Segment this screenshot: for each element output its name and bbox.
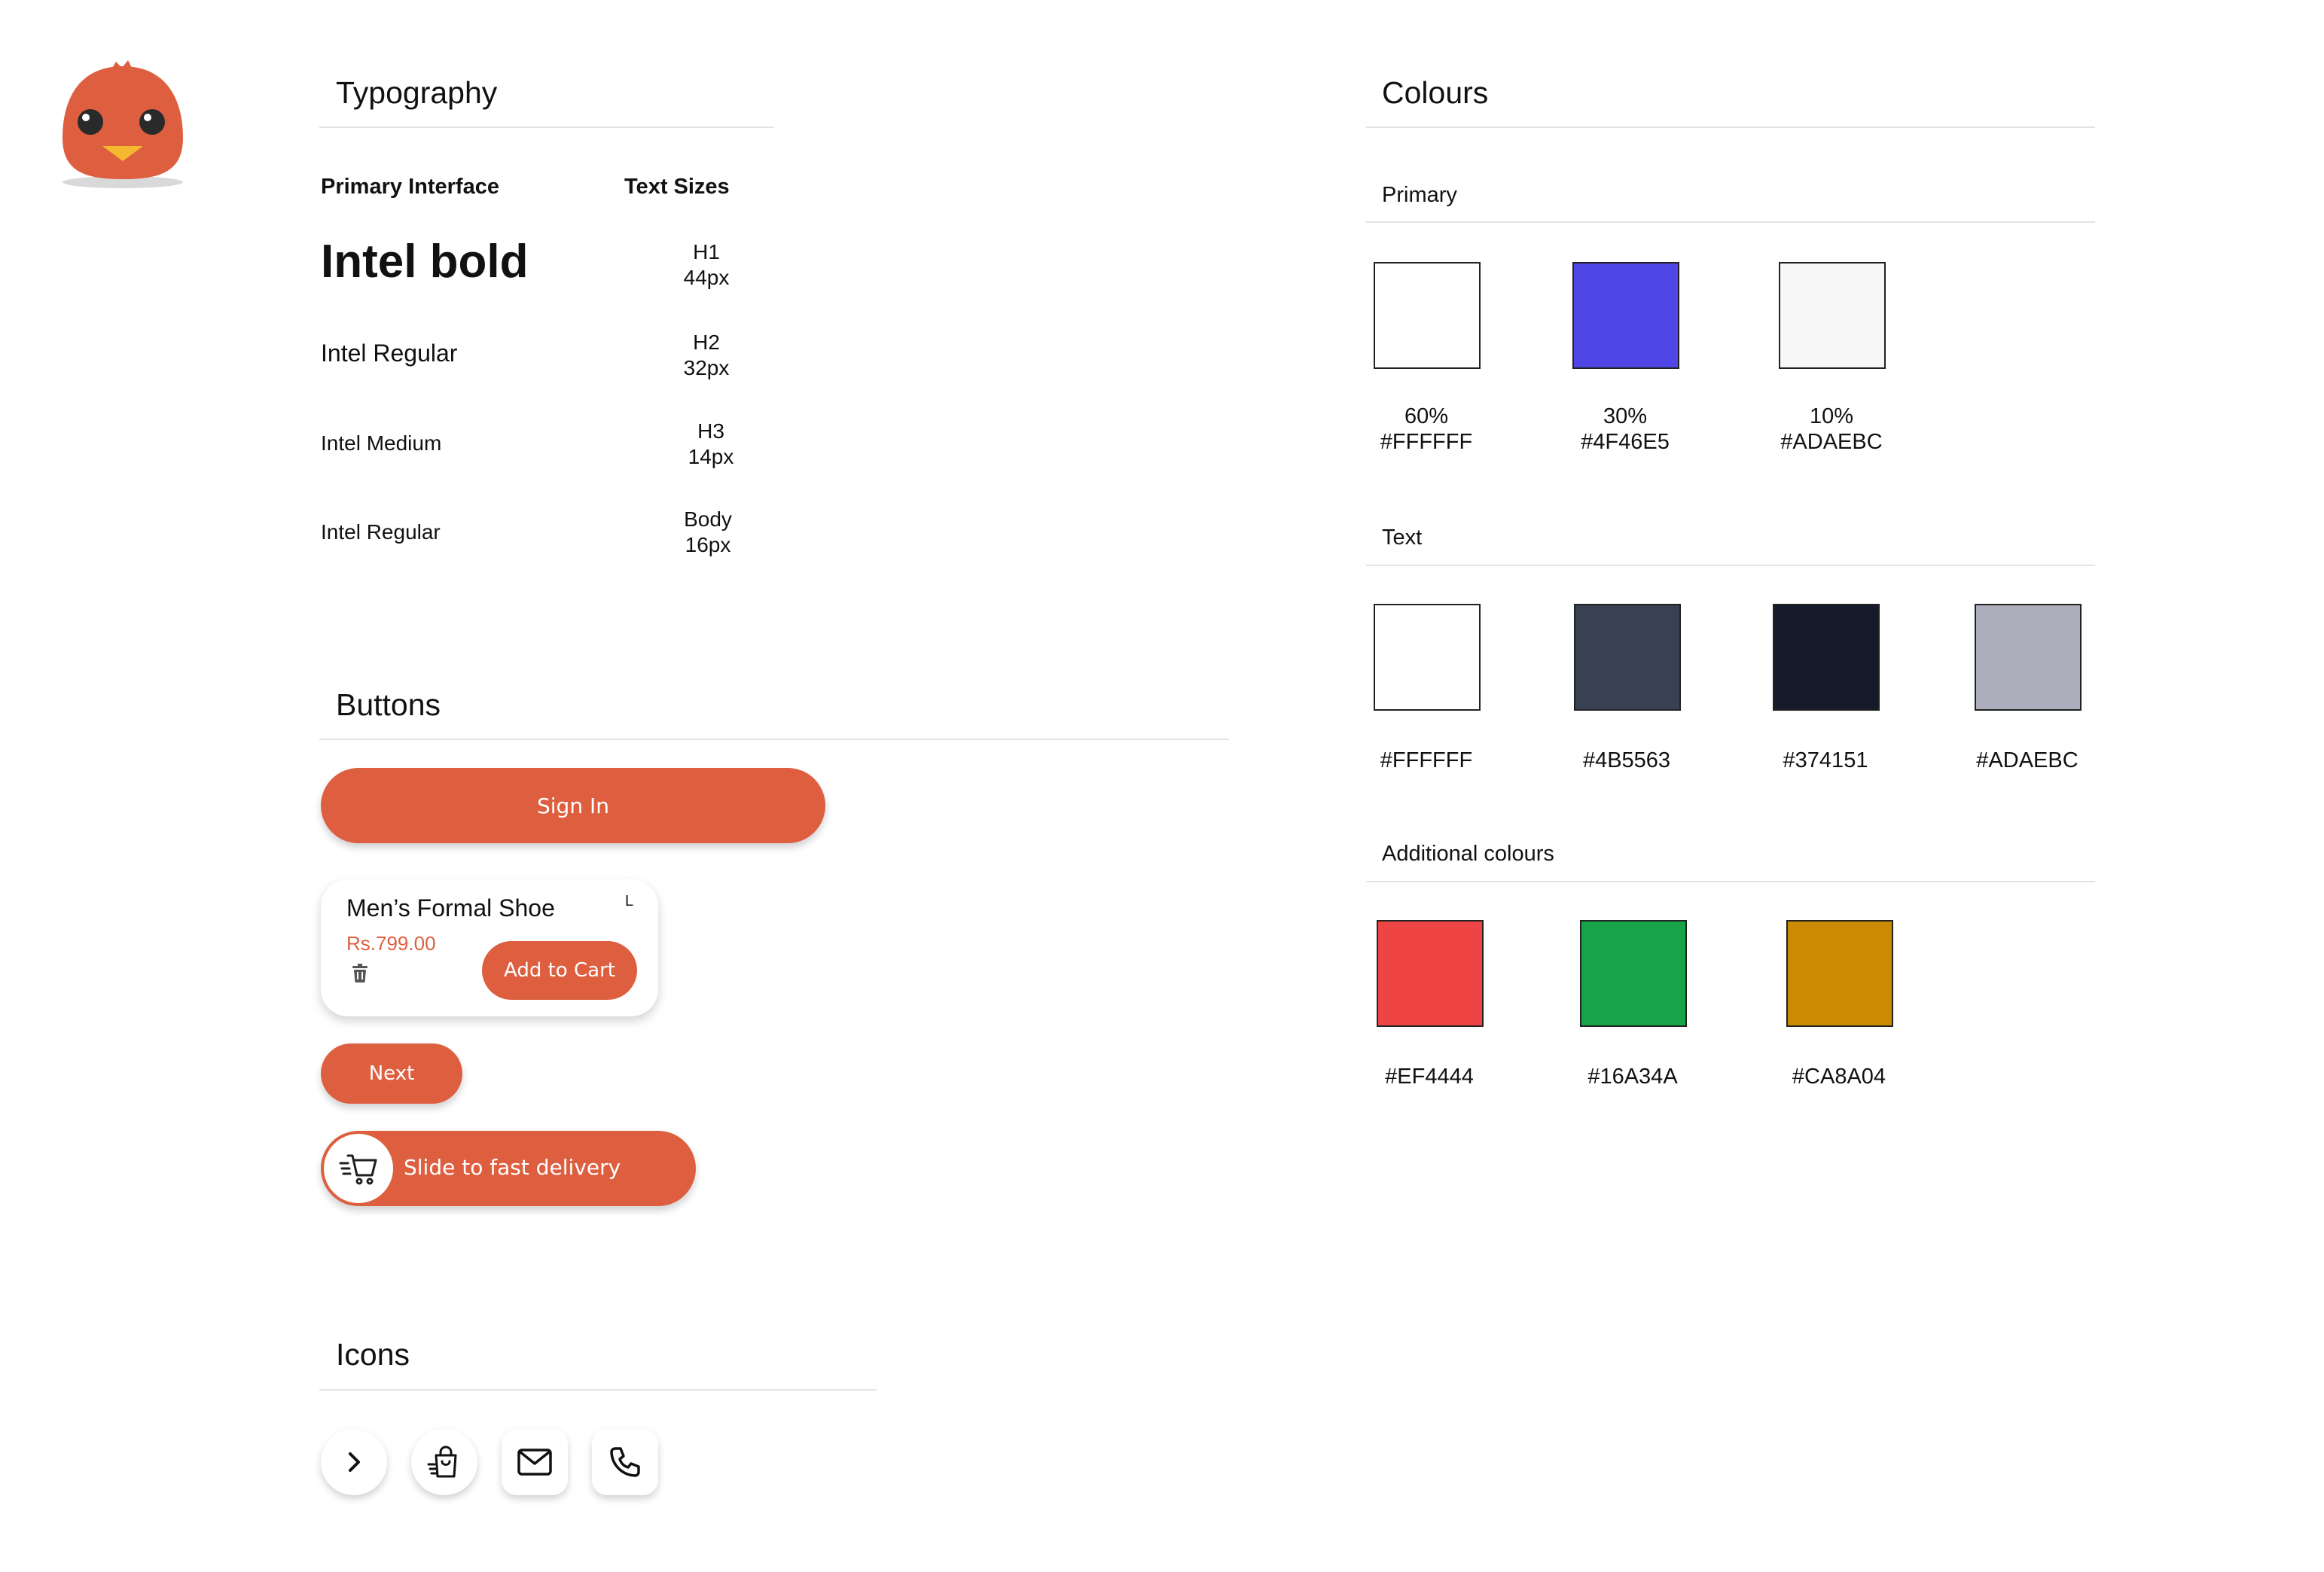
colours-title: Colours bbox=[1382, 75, 1489, 110]
additional-swatch-amber bbox=[1786, 920, 1893, 1027]
additional-swatch-red-label: #EF4444 bbox=[1385, 1065, 1474, 1089]
typography-sample-body: Intel Regular bbox=[321, 520, 441, 544]
slide-label: Slide to fast delivery bbox=[404, 1155, 621, 1180]
product-size: L bbox=[625, 893, 634, 909]
primary-colours-label: Primary bbox=[1382, 183, 1457, 207]
additional-swatch-amber-label: #CA8A04 bbox=[1792, 1065, 1886, 1089]
text-swatch-white-label: #FFFFFF bbox=[1380, 748, 1473, 772]
add-to-cart-button[interactable]: Add to Cart bbox=[482, 941, 637, 1000]
typography-size-h3: H3 14px bbox=[688, 419, 734, 468]
mail-icon[interactable] bbox=[502, 1429, 568, 1495]
icons-divider bbox=[319, 1389, 877, 1391]
primary-swatch-light-gray bbox=[1779, 262, 1886, 369]
bird-mascot-logo bbox=[59, 59, 187, 191]
additional-colours-divider bbox=[1366, 881, 2095, 882]
text-swatch-gray-label: #ADAEBC bbox=[1976, 748, 2078, 772]
text-swatch-slate-label: #4B5563 bbox=[1582, 748, 1671, 772]
phone-icon[interactable] bbox=[592, 1429, 658, 1495]
primary-swatch-white bbox=[1374, 262, 1481, 369]
primary-colours-divider bbox=[1366, 221, 2095, 223]
product-name: Men’s Formal Shoe bbox=[346, 894, 555, 922]
typography-sample-h3: Intel Medium bbox=[321, 431, 442, 455]
primary-swatch-light-gray-label: 10% #ADAEBC bbox=[1780, 404, 1883, 454]
primary-swatch-indigo bbox=[1572, 262, 1679, 369]
product-price: Rs.799.00 bbox=[346, 932, 436, 955]
text-colours-label: Text bbox=[1382, 526, 1423, 550]
additional-colours-label: Additional colours bbox=[1382, 842, 1554, 866]
text-swatch-white bbox=[1374, 604, 1481, 711]
text-swatch-gray bbox=[1975, 604, 2082, 711]
typography-size-body: Body 16px bbox=[684, 507, 732, 556]
additional-swatch-green bbox=[1580, 920, 1687, 1027]
typography-col-primary: Primary Interface bbox=[321, 175, 499, 199]
slide-to-deliver-control[interactable]: Slide to fast delivery bbox=[321, 1131, 696, 1206]
fast-cart-icon bbox=[339, 1154, 377, 1185]
chevron-right-icon[interactable] bbox=[321, 1429, 387, 1495]
additional-swatch-red bbox=[1377, 920, 1484, 1027]
text-swatch-dark bbox=[1773, 604, 1880, 711]
shopping-bag-icon[interactable] bbox=[411, 1429, 477, 1495]
text-swatch-dark-label: #374151 bbox=[1783, 748, 1868, 772]
typography-size-h2: H2 32px bbox=[683, 331, 730, 379]
typography-size-h1: H1 44px bbox=[683, 240, 730, 289]
buttons-divider bbox=[319, 739, 1229, 740]
text-colours-divider bbox=[1366, 565, 2095, 566]
trash-icon[interactable] bbox=[351, 964, 369, 987]
additional-swatch-green-label: #16A34A bbox=[1587, 1065, 1678, 1089]
text-swatch-slate bbox=[1574, 604, 1681, 711]
icons-title: Icons bbox=[336, 1337, 410, 1372]
colours-divider bbox=[1366, 126, 2095, 128]
typography-title: Typography bbox=[336, 75, 498, 110]
buttons-title: Buttons bbox=[336, 687, 441, 722]
product-card: Men’s Formal Shoe L Rs.799.00 Add to Car… bbox=[321, 879, 658, 1016]
typography-divider bbox=[319, 126, 774, 128]
next-button[interactable]: Next bbox=[321, 1043, 462, 1104]
sign-in-button[interactable]: Sign In bbox=[321, 768, 825, 843]
typography-col-sizes: Text Sizes bbox=[624, 175, 730, 199]
primary-swatch-white-label: 60% #FFFFFF bbox=[1380, 404, 1473, 454]
typography-sample-h2: Intel Regular bbox=[321, 340, 458, 367]
slide-handle[interactable] bbox=[324, 1134, 393, 1203]
typography-sample-h1: Intel bold bbox=[321, 236, 529, 288]
primary-swatch-indigo-label: 30% #4F46E5 bbox=[1581, 404, 1670, 454]
